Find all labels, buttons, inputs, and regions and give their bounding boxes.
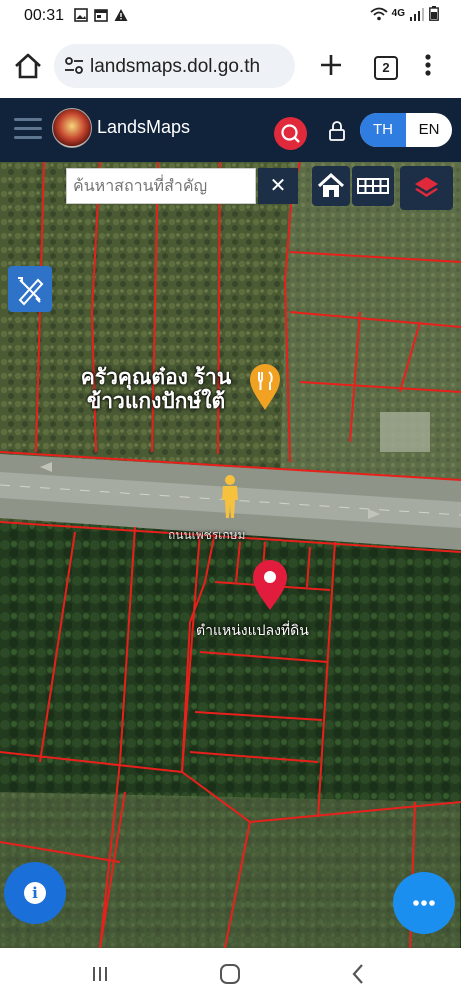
language-toggle[interactable]: TH EN — [360, 113, 452, 147]
home-nav-icon[interactable] — [218, 962, 242, 986]
app-header: LandsMaps TH EN — [0, 98, 461, 162]
notification-icons — [74, 8, 128, 22]
satellite-imagery — [0, 162, 461, 948]
status-bar: 00:31 4G — [0, 0, 461, 34]
home-icon[interactable] — [12, 48, 44, 84]
poi-label-line2: ข้าวแกงปักษ์ใต้ — [86, 390, 226, 413]
login-lock-icon[interactable] — [328, 120, 346, 142]
ruler-pencil-icon — [18, 277, 44, 306]
recent-apps-icon[interactable] — [90, 964, 110, 984]
poi-label-line1: ครัวคุณต๋อง ร้าน — [80, 366, 232, 389]
address-bar[interactable]: landsmaps.dol.go.th — [54, 44, 295, 88]
clear-search-button[interactable]: ✕ — [258, 168, 298, 204]
lang-en-option[interactable]: EN — [406, 113, 452, 147]
ellipsis-icon — [413, 900, 435, 906]
more-menu-icon[interactable] — [418, 50, 438, 80]
grid-icon — [357, 178, 389, 194]
signal-icon — [410, 7, 424, 21]
layers-button[interactable] — [400, 166, 453, 210]
calendar-icon — [94, 9, 108, 22]
location-pin-icon[interactable] — [250, 558, 290, 612]
tab-switcher-button[interactable]: 2 — [374, 56, 398, 80]
battery-icon — [429, 6, 439, 21]
map-canvas[interactable]: ✕ ครัวคุณต๋อง ร้าน ข้าวแกงปักษ์ใต้ ถนนเพ… — [0, 162, 461, 948]
road-label: ถนนเพชรเกษม — [168, 528, 246, 542]
restaurant-pin-icon[interactable] — [248, 362, 282, 412]
system-nav-bar — [0, 948, 461, 1000]
url-text: landsmaps.dol.go.th — [90, 56, 261, 77]
house-icon — [317, 172, 345, 197]
more-options-button[interactable] — [393, 872, 455, 934]
landmark-search-box[interactable] — [66, 168, 256, 204]
hamburger-menu-icon[interactable] — [14, 118, 42, 140]
info-icon: i — [24, 882, 46, 904]
browser-toolbar: landsmaps.dol.go.th 2 — [0, 34, 461, 98]
drawing-tools-button[interactable] — [8, 266, 52, 312]
info-button[interactable]: i — [4, 862, 66, 924]
layers-icon — [415, 177, 438, 197]
status-right: 4G — [370, 6, 439, 21]
status-time: 00:31 — [24, 7, 65, 24]
warning-icon — [114, 9, 128, 21]
grid-button[interactable] — [352, 166, 394, 206]
search-icon — [281, 124, 300, 143]
new-tab-icon[interactable] — [318, 50, 344, 80]
wifi-icon — [370, 7, 388, 20]
site-settings-icon[interactable] — [64, 57, 84, 75]
back-icon[interactable] — [348, 962, 368, 986]
street-view-pegman-icon[interactable] — [217, 474, 243, 520]
department-logo — [52, 108, 92, 148]
poi-label: ครัวคุณต๋อง ร้าน ข้าวแกงปักษ์ใต้ — [66, 366, 246, 414]
gallery-icon — [74, 8, 88, 22]
home-view-button[interactable] — [312, 166, 350, 206]
parcel-location-label: ตำแหน่งแปลงที่ดิน — [196, 622, 309, 638]
lang-th-option[interactable]: TH — [360, 113, 406, 147]
map-search-button[interactable] — [274, 117, 307, 150]
network-type: 4G — [391, 8, 405, 19]
app-brand: LandsMaps — [97, 117, 191, 137]
landmark-search-input[interactable] — [71, 171, 255, 203]
